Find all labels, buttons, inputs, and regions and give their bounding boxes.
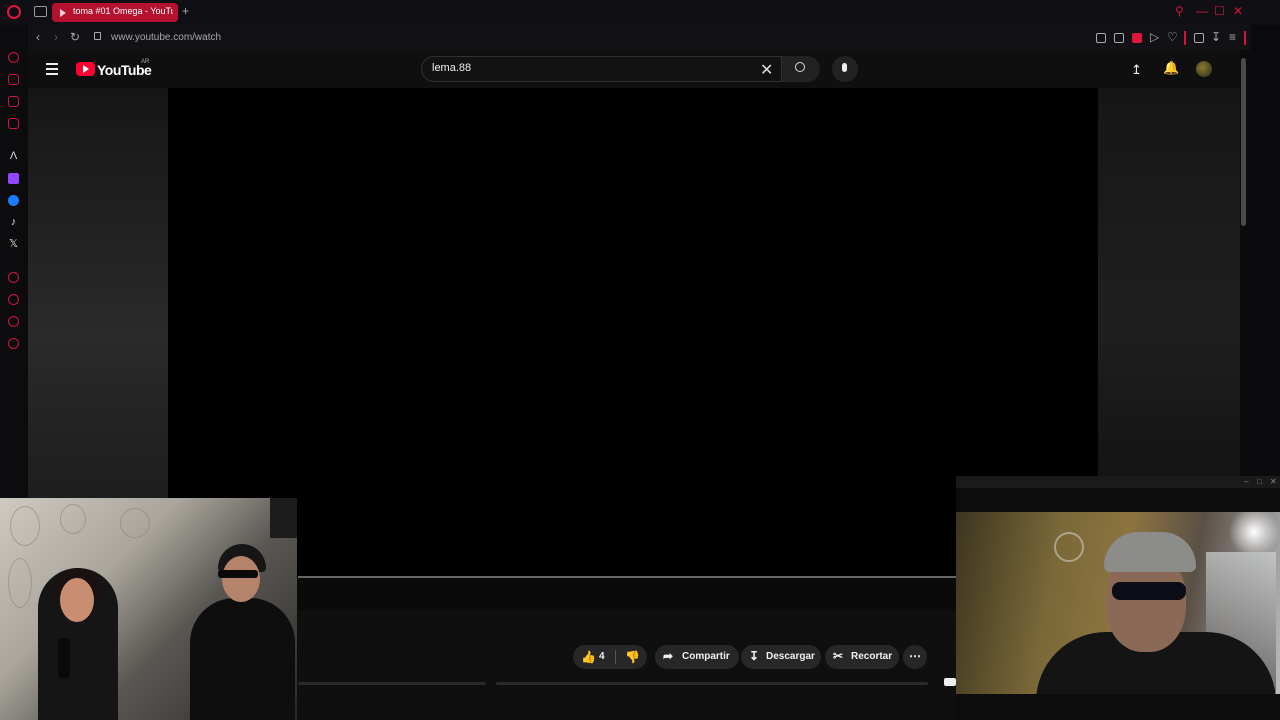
- avatar[interactable]: [1196, 61, 1212, 77]
- search-button[interactable]: [782, 56, 820, 82]
- search-input[interactable]: [432, 62, 752, 74]
- play-icon[interactable]: ▷: [1150, 30, 1159, 44]
- twitch-icon[interactable]: [8, 173, 19, 184]
- like-count[interactable]: 4: [599, 651, 605, 662]
- webcam-feed-right: [956, 512, 1280, 694]
- more-actions-button[interactable]: ⋯: [903, 645, 927, 669]
- workspaces-icon[interactable]: [34, 6, 47, 17]
- clear-search-icon[interactable]: ✕: [760, 60, 773, 80]
- voice-search-button[interactable]: [832, 56, 858, 82]
- webcam-window-footer: [956, 694, 1280, 720]
- upload-icon[interactable]: ↥: [1131, 62, 1142, 78]
- search-icon[interactable]: ⚲: [1175, 4, 1184, 18]
- share-icon: ➦: [663, 649, 674, 663]
- youtube-logo-icon[interactable]: [76, 62, 95, 76]
- chat-icon[interactable]: [8, 316, 19, 327]
- toolbar-divider: [1184, 31, 1186, 45]
- more-icon: ⋯: [909, 649, 921, 663]
- like-icon[interactable]: 👍: [581, 650, 596, 664]
- heart-icon[interactable]: [8, 272, 19, 283]
- below-player: [298, 578, 956, 610]
- tab-title: toma #01 Omega - YouTube: [73, 6, 173, 16]
- maximize-icon[interactable]: □: [1257, 477, 1262, 486]
- search-icon: [795, 62, 805, 72]
- settings-icon[interactable]: [8, 338, 19, 349]
- dislike-icon[interactable]: 👎: [625, 650, 640, 664]
- ambient-left: [28, 88, 168, 498]
- webcam-window-titlebar[interactable]: [956, 476, 1280, 488]
- reload-button[interactable]: ↻: [70, 30, 80, 44]
- download-icon[interactable]: ↧: [1211, 30, 1221, 44]
- menu-icon[interactable]: ≡: [1229, 30, 1236, 44]
- placeholder-bar: [298, 682, 486, 685]
- share-button[interactable]: ➦ Compartir: [655, 645, 739, 669]
- minimize-icon[interactable]: —: [1196, 4, 1208, 18]
- toolbar-divider: [1244, 31, 1246, 45]
- opera-logo-icon[interactable]: [7, 5, 21, 19]
- overlay-tag: [944, 678, 956, 686]
- hamburger-menu-icon[interactable]: [46, 63, 58, 78]
- lock-icon: [94, 32, 101, 40]
- bookmark-icon[interactable]: [1096, 33, 1106, 43]
- mic-icon: [842, 63, 847, 72]
- download-icon: ↧: [749, 649, 760, 663]
- clip-label: Recortar: [851, 651, 893, 662]
- profile-icon[interactable]: [1194, 33, 1204, 43]
- clock-icon[interactable]: [8, 294, 19, 305]
- scissors-icon: ✂: [833, 649, 844, 663]
- messenger-icon[interactable]: [8, 195, 19, 206]
- bell-icon[interactable]: 🔔: [1163, 60, 1179, 76]
- x-icon[interactable]: 𝕏: [8, 239, 19, 250]
- maximize-icon[interactable]: ☐: [1214, 4, 1225, 18]
- browser-tab[interactable]: toma #01 Omega - YouTube: [52, 3, 178, 22]
- heart-icon[interactable]: ♡: [1167, 30, 1178, 44]
- screen: toma #01 Omega - YouTube + ⚲ — ☐ ✕ Λ ♪ 𝕏…: [0, 0, 1280, 720]
- browser-tab-bar: toma #01 Omega - YouTube + ⚲ — ☐ ✕: [0, 0, 1280, 25]
- minimize-icon[interactable]: –: [1244, 477, 1248, 486]
- download-label: Descargar: [766, 651, 815, 662]
- tiktok-icon[interactable]: ♪: [8, 217, 19, 228]
- forward-button[interactable]: ›: [54, 30, 58, 44]
- download-button[interactable]: ↧ Descargar: [741, 645, 821, 669]
- history-icon[interactable]: [8, 52, 19, 63]
- country-code: AR: [141, 59, 150, 65]
- close-icon[interactable]: ✕: [1270, 477, 1277, 486]
- back-button[interactable]: ‹: [36, 30, 40, 44]
- clip-button[interactable]: ✂ Recortar: [825, 645, 899, 669]
- placeholder-bar: [496, 682, 928, 685]
- snapshot-icon[interactable]: [1114, 33, 1124, 43]
- close-icon[interactable]: ✕: [1233, 4, 1243, 18]
- player-icon[interactable]: [8, 118, 19, 129]
- like-dislike-group: 👍 4 👎: [573, 645, 647, 669]
- url-field[interactable]: www.youtube.com/watch: [111, 32, 221, 43]
- search-box[interactable]: [421, 56, 782, 82]
- bag-icon[interactable]: [8, 74, 19, 85]
- aria-icon[interactable]: Λ: [8, 151, 19, 162]
- wallet-icon[interactable]: [8, 96, 19, 107]
- adblock-icon[interactable]: [1132, 33, 1142, 43]
- ambient-right: [1098, 88, 1240, 478]
- share-label: Compartir: [682, 651, 730, 662]
- youtube-favicon-icon: [60, 9, 66, 17]
- page-scrollbar[interactable]: [1241, 58, 1246, 226]
- new-tab-button[interactable]: +: [182, 4, 189, 18]
- webcam-feed-left: [0, 498, 297, 720]
- divider: [615, 650, 616, 664]
